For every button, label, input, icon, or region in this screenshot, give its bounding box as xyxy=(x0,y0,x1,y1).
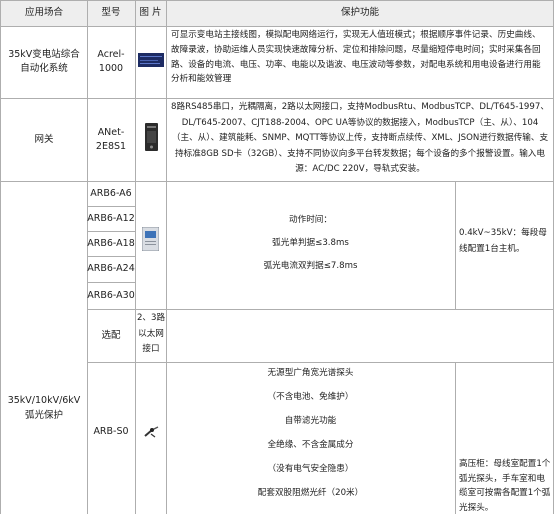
s0-line-3: 自带滤光功能 xyxy=(284,416,337,426)
arc-function-line-1: 弧光单判据≤3.8ms xyxy=(272,238,349,248)
arc-model-4: ARB6-A24 xyxy=(87,263,135,274)
header-model: 型号 xyxy=(101,7,121,18)
grid-line xyxy=(0,181,554,182)
arc-model-5: ARB6-A30 xyxy=(87,289,135,301)
arc-model-3: ARB6-A18 xyxy=(87,237,135,249)
arc-app: 35kV/10kV/6kV弧光保护 xyxy=(7,395,81,421)
grid-line xyxy=(166,0,167,514)
s0-line-5: （没有电气安全隐患） xyxy=(267,464,354,474)
header-app: 应用场合 xyxy=(24,7,63,18)
arc-function-line-2: 弧光电流双判据≤7.8ms xyxy=(263,261,358,271)
s0-model: ARB-S0 xyxy=(93,426,129,437)
gateway-device-image xyxy=(145,123,158,151)
row2-model: ANet-2E8S1 xyxy=(95,126,127,152)
row2-function: 8路RS485串口，光耦隔离，2路以太网接口，支持ModbusRtu、Modbu… xyxy=(171,102,549,175)
arc-config: 0.4kV~35kV：每段母线配置1台主机。 xyxy=(459,228,547,254)
arc-model-1: ARB6-A6 xyxy=(90,187,132,199)
scada-screenshot-image xyxy=(138,53,164,67)
grid-line xyxy=(87,309,554,310)
row2-app: 网关 xyxy=(34,133,54,145)
grid-line xyxy=(0,0,1,514)
grid-line xyxy=(455,181,456,309)
s0-line-6: 配套双股阻燃光纤（20米） xyxy=(257,488,364,498)
header-function: 保护功能 xyxy=(340,7,379,18)
s0-config: 高压柜：母线室配置1个弧光探头，手车室和电缆室可按需各配置1个弧光探头。 xyxy=(459,459,551,513)
row1-function: 可显示变电站主接线图，模拟配电网络运行，实现无人值班模式；根据顺序事件记录、历史… xyxy=(171,30,541,85)
s0-line-4: 全绝缘、不含金属成分 xyxy=(267,440,354,450)
row1-app: 35kV变电站综合自动化系统 xyxy=(8,49,80,74)
s0-line-2: （不含电池、免维护） xyxy=(267,392,354,402)
optional-label: 选配 xyxy=(101,329,121,341)
header-image: 图 片 xyxy=(139,7,162,18)
optional-description: 2、3路以太网接口 xyxy=(136,313,166,354)
grid-line xyxy=(135,0,136,514)
row1-model: Acrel-1000 xyxy=(97,49,125,74)
arc-function-title: 动作时间： xyxy=(289,215,332,225)
grid-line xyxy=(87,362,554,363)
arc-probe-image xyxy=(144,426,159,438)
grid-line xyxy=(455,362,456,514)
arc-host-device-image xyxy=(142,227,159,251)
arc-model-2: ARB6-A12 xyxy=(87,212,135,224)
s0-line-1: 无源型广角宽光谱探头 xyxy=(267,368,354,378)
